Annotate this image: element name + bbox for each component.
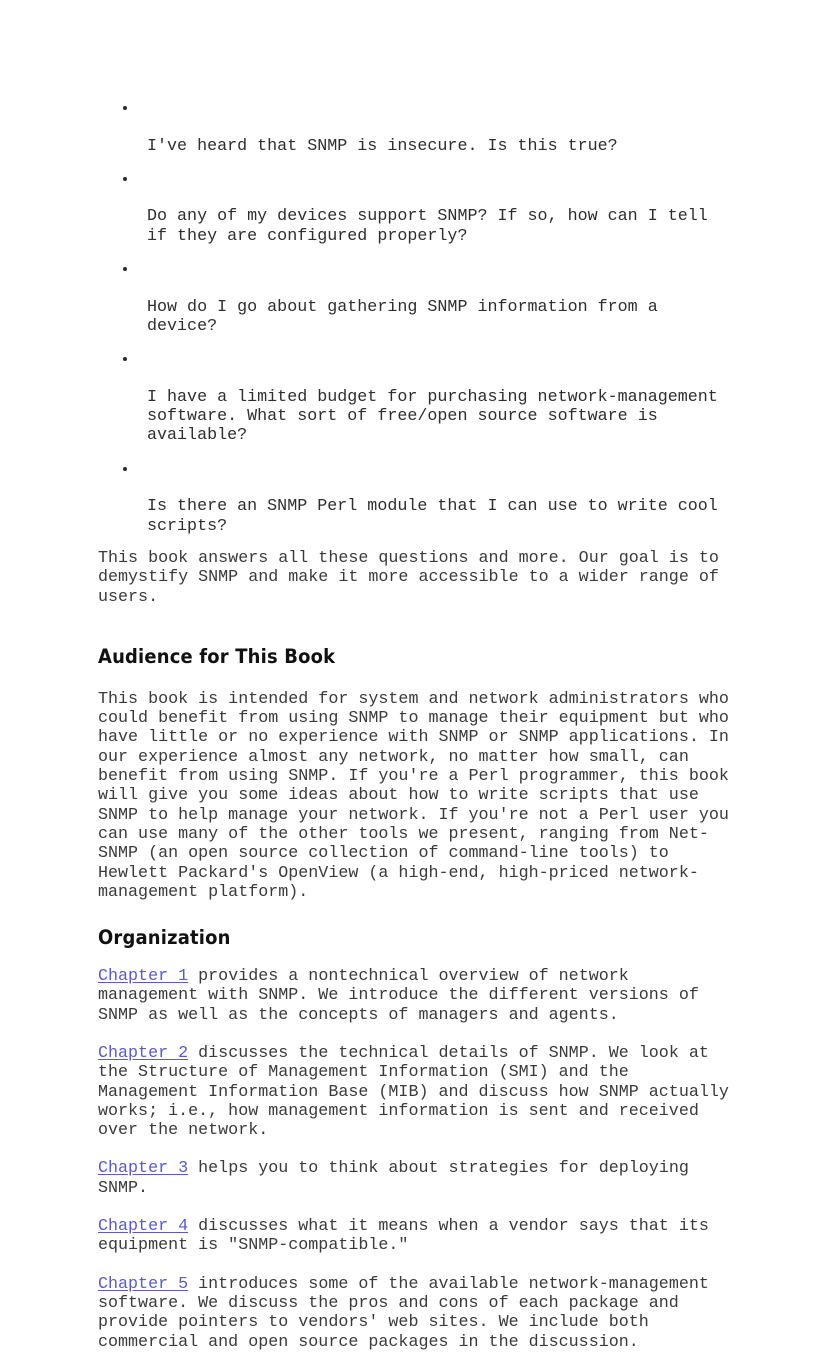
list-item-text: Is there an SNMP Perl module that I can … xyxy=(147,497,718,536)
bullet-icon xyxy=(123,466,127,471)
list-item: Do any of my devices support SNMP? If so… xyxy=(98,169,730,246)
list-item-text: I have a limited budget for purchasing n… xyxy=(147,387,718,446)
list-item: I've heard that SNMP is insecure. Is thi… xyxy=(98,98,730,156)
list-item-text: Do any of my devices support SNMP? If so… xyxy=(147,207,708,246)
page-title-organization: Organization xyxy=(98,926,231,950)
chapter-description-1: provides a nontechnical overview of netw… xyxy=(98,967,699,1025)
chapter-paragraph-3: Chapter 3 helps you to think about strat… xyxy=(98,1159,730,1198)
question-bullet-list: I've heard that SNMP is insecure. Is thi… xyxy=(98,98,730,536)
chapter-link-4[interactable]: Chapter 4 xyxy=(98,1217,188,1236)
chapter-paragraph-4: Chapter 4 discusses what it means when a… xyxy=(98,1217,730,1256)
chapter-paragraph-1: Chapter 1 provides a nontechnical overvi… xyxy=(98,967,730,1025)
chapter-link-5[interactable]: Chapter 5 xyxy=(98,1275,188,1294)
chapter-link-1[interactable]: Chapter 1 xyxy=(98,967,188,986)
chapter-description-4: discusses what it means when a vendor sa… xyxy=(98,1217,709,1256)
document-page: I've heard that SNMP is insecure. Is thi… xyxy=(0,0,826,1352)
bullet-icon xyxy=(123,106,127,110)
chapter-description-2: discusses the technical details of SNMP.… xyxy=(98,1043,729,1141)
list-item: Is there an SNMP Perl module that I can … xyxy=(98,459,730,536)
list-item-text: I've heard that SNMP is insecure. Is thi… xyxy=(147,136,618,156)
list-item: I have a limited budget for purchasing n… xyxy=(98,349,730,445)
audience-paragraph: This book is intended for system and net… xyxy=(98,689,729,902)
chapter-link-2[interactable]: Chapter 2 xyxy=(98,1044,188,1063)
intro-paragraph: This book answers all these questions an… xyxy=(98,548,719,607)
list-item-text: How do I go about gathering SNMP informa… xyxy=(147,297,658,336)
list-item: How do I go about gathering SNMP informa… xyxy=(98,259,730,336)
chapter-description-5: introduces some of the available network… xyxy=(98,1274,709,1352)
chapter-paragraph-2: Chapter 2 discusses the technical detail… xyxy=(98,1044,730,1140)
chapter-paragraph-5: Chapter 5 introduces some of the availab… xyxy=(98,1275,730,1352)
bullet-icon xyxy=(123,267,127,272)
bullet-icon xyxy=(123,176,127,181)
bullet-icon xyxy=(123,357,127,362)
page-title-audience: Audience for This Book xyxy=(98,644,336,668)
